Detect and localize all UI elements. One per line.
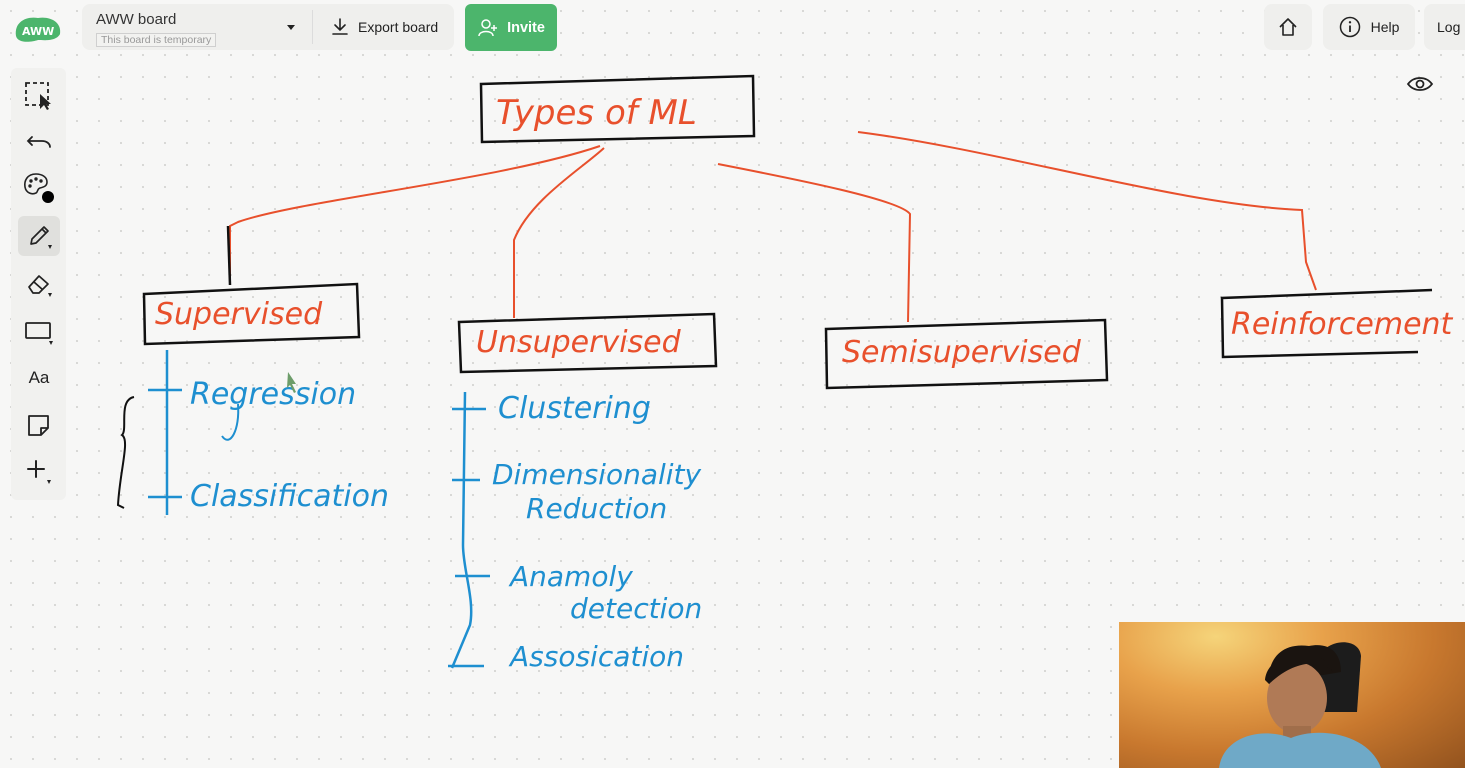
tools-toolbar: Aa: [11, 68, 66, 500]
board-name[interactable]: AWW board: [96, 11, 176, 28]
semisupervised-label: Semisupervised: [842, 335, 1082, 370]
connector-unsupervised: [513, 147, 605, 318]
rectangle-icon: [25, 322, 53, 345]
eye-icon[interactable]: [1406, 74, 1434, 94]
invite-label: Invite: [507, 19, 545, 36]
curly-brace: [116, 396, 135, 509]
presenter-image: [1219, 642, 1381, 768]
undo-tool[interactable]: [18, 122, 60, 162]
dimensionality-label: Dimensionality: [492, 458, 702, 491]
reinforcement-label: Reinforcement: [1231, 307, 1454, 342]
undo-icon: [26, 136, 51, 148]
more-tools-button[interactable]: [18, 452, 60, 492]
invite-button[interactable]: Invite: [465, 4, 557, 51]
help-button[interactable]: Help: [1323, 4, 1415, 50]
classification-label: Classification: [190, 479, 389, 514]
clustering-label: Clustering: [498, 391, 651, 426]
login-button[interactable]: Log I: [1424, 4, 1465, 50]
board-status-badge: This board is temporary: [96, 33, 217, 47]
caret-down-icon[interactable]: [284, 20, 298, 34]
logo-text: AWW: [22, 25, 54, 38]
home-button[interactable]: [1264, 4, 1312, 50]
eraser-tool[interactable]: [18, 264, 60, 304]
reduction-label: Reduction: [526, 492, 667, 525]
home-icon: [1279, 18, 1297, 36]
connector-reinforcement: [857, 131, 1317, 291]
assosication-label: Assosication: [508, 640, 684, 673]
pen-icon: [30, 226, 52, 249]
detection-label: detection: [570, 592, 702, 625]
text-tool-label: Aa: [28, 368, 50, 387]
text-tool[interactable]: Aa: [18, 358, 60, 398]
board-info[interactable]: AWW board This board is temporary Export…: [82, 4, 454, 50]
download-icon: [332, 18, 348, 35]
webcam-video: [1119, 622, 1465, 768]
select-icon: [25, 82, 51, 110]
sticky-note-icon: [28, 415, 49, 436]
login-label: Log I: [1437, 19, 1465, 35]
top-bar: AWW AWW board This board is temporary Ex…: [0, 0, 1465, 56]
connector-supervised: [229, 145, 601, 285]
plus-icon: [27, 460, 51, 484]
sticky-note-tool[interactable]: [18, 406, 60, 446]
export-board-label: Export board: [358, 19, 439, 35]
info-icon: [1339, 16, 1360, 38]
help-label: Help: [1370, 19, 1400, 35]
export-board-button[interactable]: Export board: [322, 10, 448, 44]
connector-semisupervised: [717, 163, 912, 323]
add-user-icon: [478, 18, 498, 36]
palette-icon: [24, 173, 54, 203]
shape-tool[interactable]: [18, 312, 60, 352]
select-tool[interactable]: [18, 76, 60, 116]
eraser-icon: [28, 275, 52, 297]
color-tool[interactable]: [18, 168, 60, 208]
supervised-label: Supervised: [155, 297, 323, 332]
unsupervised-label: Unsupervised: [476, 325, 682, 360]
regression-label: Regression: [190, 377, 356, 412]
toolbar-divider: [312, 10, 313, 44]
pen-tool[interactable]: [18, 216, 60, 256]
anamoly-label: Anamoly: [508, 560, 633, 593]
root-label: Types of ML: [496, 93, 697, 133]
unsupervised-trunk: [450, 391, 473, 669]
aww-logo[interactable]: AWW: [12, 14, 64, 44]
